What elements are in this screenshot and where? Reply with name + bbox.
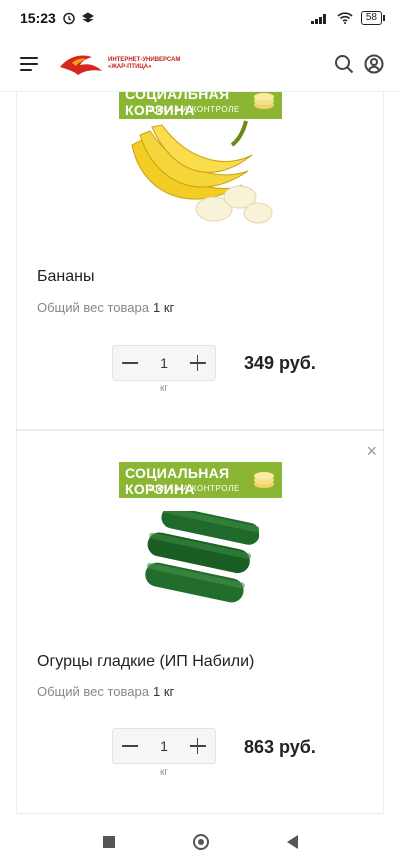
menu-icon[interactable] [20,56,38,71]
weight-value: 1 кг [152,300,175,315]
decrease-button[interactable] [121,354,139,372]
item-price: 349 руб. [244,353,316,373]
logo-line2: «ЖАР-ПТИЦА» [108,63,152,70]
alarm-icon [63,12,75,25]
product-image-bananas [131,120,273,224]
cart-item: СОЦИАЛЬНАЯ КОРЗИНА ЦЕНА НА КОНТРОЛЕ Бана… [16,92,384,430]
status-right: 58 [310,11,386,25]
cart-item: × СОЦИАЛЬНАЯ КОРЗИНА ЦЕНА НА КОНТРОЛЕ Ог… [16,430,384,814]
quantity-stepper: 1 [112,345,216,381]
coins-icon [254,472,274,488]
wifi-icon [337,12,353,24]
app-header: ИНТЕРНЕТ-УНИВЕРСАМ «ЖАР-ПТИЦА» [0,36,400,92]
search-icon[interactable] [334,54,354,74]
increase-button[interactable] [189,737,207,755]
status-left: 15:23 [20,10,94,26]
increase-button[interactable] [189,354,207,372]
item-price: 863 руб. [244,737,316,757]
weight-value: 1 кг [152,684,175,699]
home-button[interactable] [192,834,209,850]
product-weight: Общий вес товара 1 кг [37,300,174,315]
battery-indicator: 58 [360,11,386,25]
back-button[interactable] [286,835,298,849]
remove-item-button[interactable]: × [366,441,377,462]
system-navigation-bar [0,817,400,867]
logo[interactable]: ИНТЕРНЕТ-УНИВЕРСАМ «ЖАР-ПТИЦА» [58,49,180,79]
quantity-value[interactable]: 1 [160,355,168,371]
banner-subtitle: ЦЕНА НА КОНТРОЛЕ [149,105,240,114]
product-image-cucumbers [145,511,259,603]
product-name[interactable]: Огурцы гладкие (ИП Набили) [37,653,254,671]
cart-list: СОЦИАЛЬНАЯ КОРЗИНА ЦЕНА НА КОНТРОЛЕ Бана… [0,92,400,817]
product-name[interactable]: Бананы [37,268,94,286]
recents-button[interactable] [102,836,115,848]
quantity-stepper: 1 [112,728,216,764]
social-basket-banner: СОЦИАЛЬНАЯ КОРЗИНА ЦЕНА НА КОНТРОЛЕ [119,462,282,498]
decrease-button[interactable] [121,737,139,755]
unit-label: кг [159,767,169,778]
layers-icon [81,12,94,23]
logo-line1: ИНТЕРНЕТ-УНИВЕРСАМ [108,56,181,63]
signal-icon [310,14,326,24]
quantity-value[interactable]: 1 [160,738,168,754]
account-icon[interactable] [364,54,384,74]
firebird-logo-icon [60,54,102,75]
product-weight: Общий вес товара 1 кг [37,684,174,699]
coins-icon [254,93,274,109]
weight-label: Общий вес товара [37,300,149,315]
unit-label: кг [159,383,169,394]
banner-subtitle: ЦЕНА НА КОНТРОЛЕ [149,484,240,493]
status-bar: 15:23 58 [0,0,400,36]
weight-label: Общий вес товара [37,684,149,699]
status-time: 15:23 [20,10,56,26]
